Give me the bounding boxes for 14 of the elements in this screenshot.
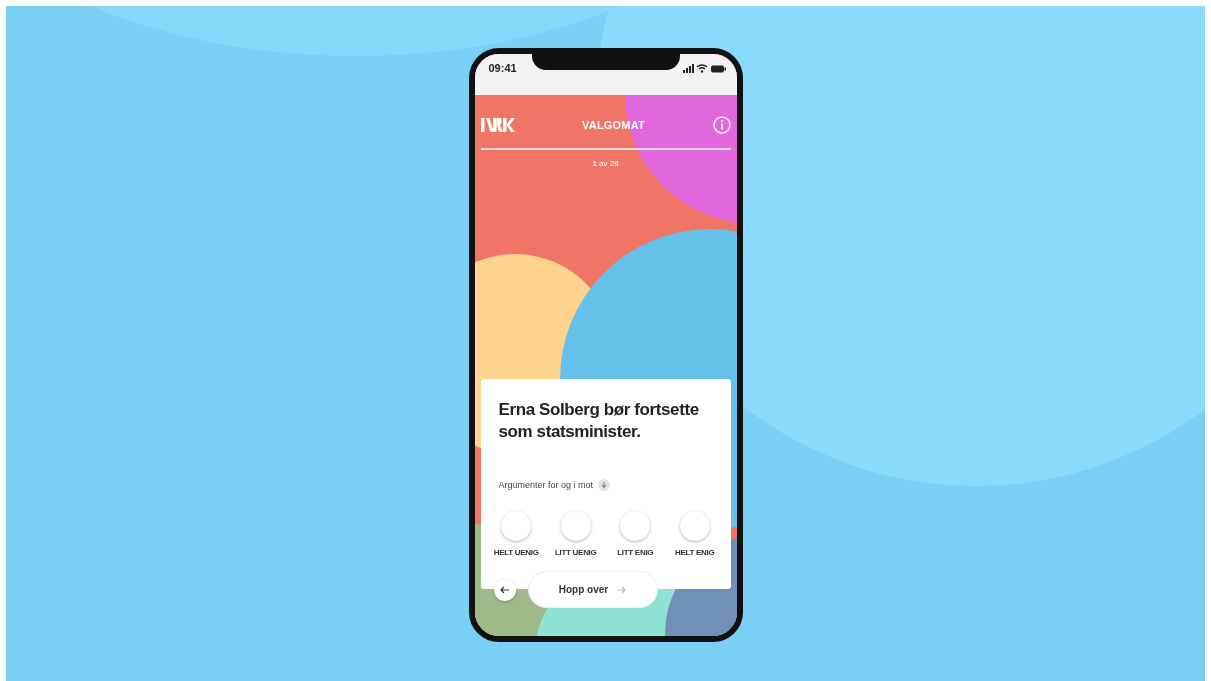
arguments-toggle[interactable]: Argumenter for og i mot [498, 479, 611, 491]
answer-option[interactable]: LITT ENIG [605, 511, 665, 557]
status-time: 09:41 [488, 62, 517, 74]
forward-arrow-icon [616, 585, 627, 594]
progress-counter: 1 av 28 [591, 158, 620, 168]
answer-option[interactable]: HELT ENIG [665, 511, 725, 557]
answer-option[interactable]: HELT UENIG [486, 511, 546, 557]
back-arrow-icon [499, 585, 510, 594]
question-text: Erna Solberg bør fortsette som statsminister. [498, 399, 700, 443]
logo-icon[interactable] [480, 118, 515, 132]
status-icons [682, 64, 727, 74]
info-icon[interactable] [712, 116, 731, 134]
skip-button[interactable]: Hopp over [527, 571, 658, 608]
answer-option[interactable]: LITT UENIG [546, 511, 606, 557]
